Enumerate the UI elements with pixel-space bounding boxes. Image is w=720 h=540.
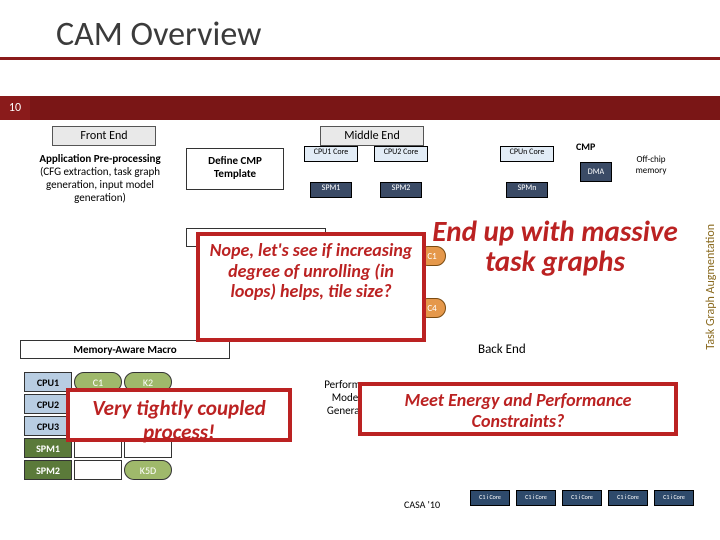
title-rule: [0, 57, 720, 60]
spm1: SPM1: [310, 182, 352, 198]
app-pre-sub: (CFG extraction, task graph generation, …: [22, 165, 178, 204]
cpun-core: CPUn Core: [500, 146, 554, 162]
cell: K5D: [124, 460, 172, 480]
section-back-end: Back End: [478, 342, 526, 357]
header-bar: [30, 96, 720, 120]
row-label: CPU3: [24, 416, 72, 436]
page-number: 10: [0, 96, 30, 120]
cpu1-core: CPU1 Core: [304, 146, 358, 162]
cpu2-core: CPU2 Core: [374, 146, 428, 162]
overlay-tightly-coupled: Very tightly coupled process!: [66, 388, 292, 442]
tiny-chip: C1 i Core: [470, 490, 510, 506]
spm2: SPM2: [380, 182, 422, 198]
spmn: SPMn: [506, 182, 548, 198]
page-title: CAM Overview: [0, 0, 720, 57]
cmp-diagram: CPU1 Core CPU2 Core CPUn Core SPM1 SPM2 …: [300, 140, 710, 220]
overlay-constraints: Meet Energy and Performance Constraints?: [358, 382, 678, 436]
overlay-nope: Nope, let's see if increasing degree of …: [196, 232, 426, 342]
tiny-chip: C1 i Core: [516, 490, 556, 506]
tiny-chip: C1 i Core: [608, 490, 648, 506]
task-graph-augmentation-label: Task Graph Augmentation: [704, 224, 718, 350]
app-preprocessing-box: Application Pre-processing (CFG extracti…: [22, 152, 178, 204]
footer-casa: CASA '10: [404, 498, 440, 511]
app-pre-heading: Application Pre-processing: [22, 152, 178, 165]
overlay-end-up: End up with massive task graphs: [410, 216, 700, 277]
offchip-memory: Off-chip memory: [626, 154, 676, 176]
row-label: SPM1: [24, 438, 72, 458]
mem-aware-box: Memory-Aware Macro: [20, 340, 230, 359]
row-label: CPU2: [24, 394, 72, 414]
row-label: CPU1: [24, 372, 72, 392]
define-cmp-box: Define CMP Template: [186, 148, 284, 190]
tiny-chip: C1 i Core: [562, 490, 602, 506]
row-label: SPM2: [24, 460, 72, 480]
tiny-chip: C1 i Core: [654, 490, 694, 506]
cmp-label: CMP: [576, 140, 595, 153]
section-front-end: Front End: [52, 126, 156, 146]
dma: DMA: [580, 162, 612, 182]
